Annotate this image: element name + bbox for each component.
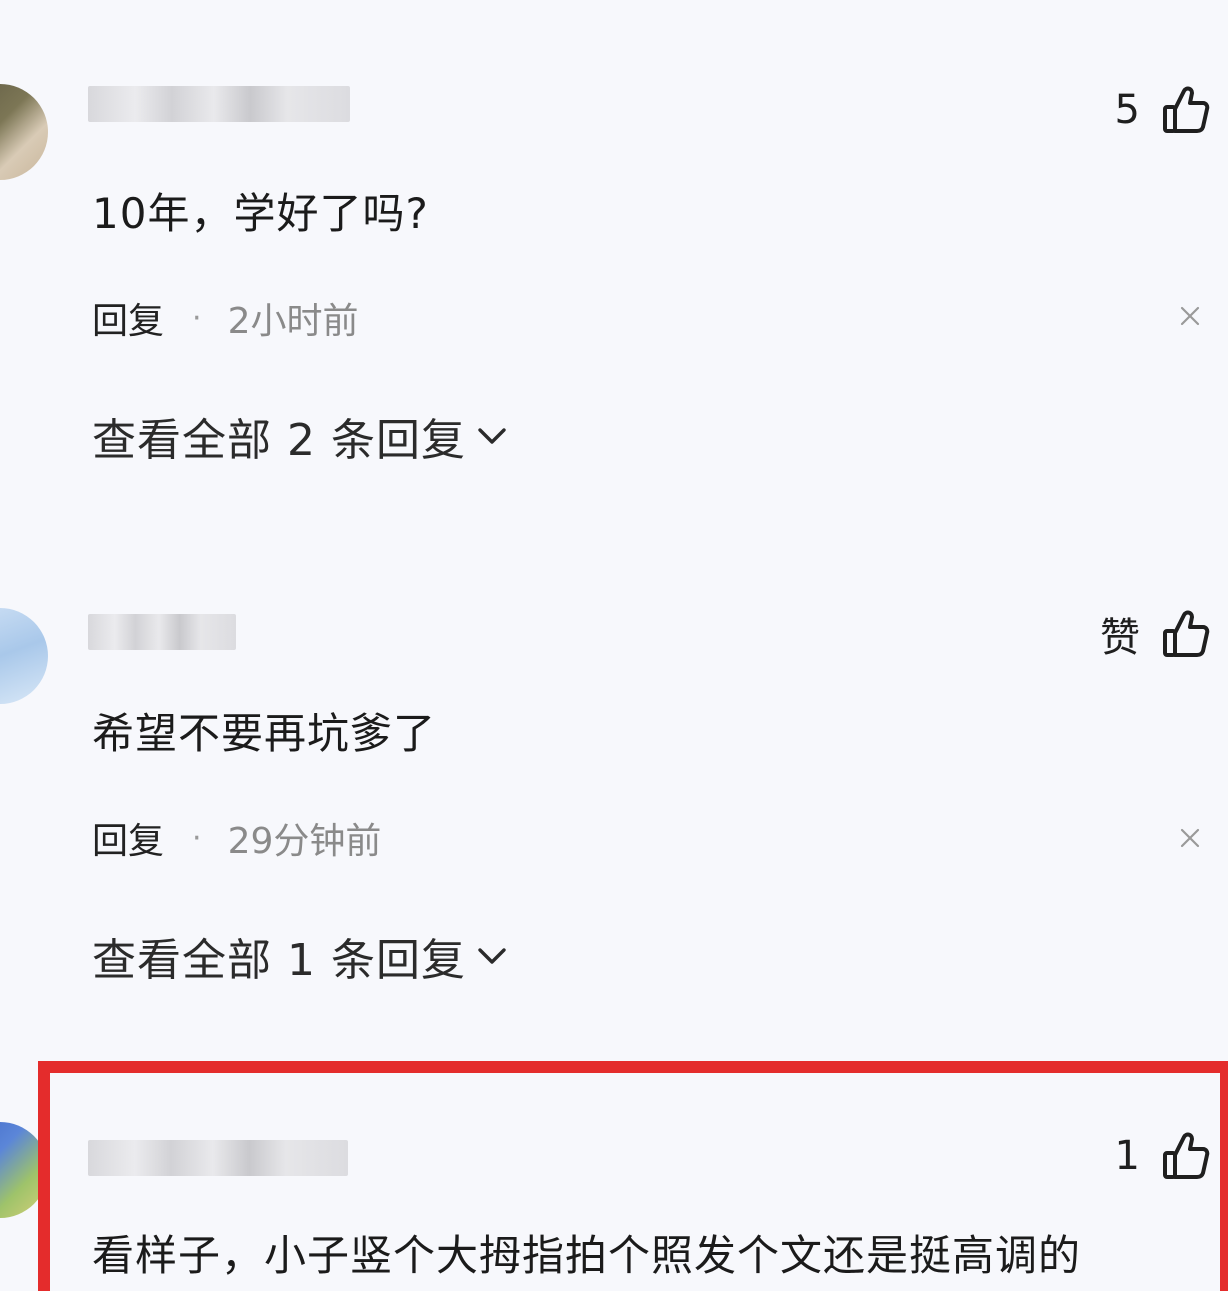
highlight-frame — [38, 1061, 1228, 1291]
